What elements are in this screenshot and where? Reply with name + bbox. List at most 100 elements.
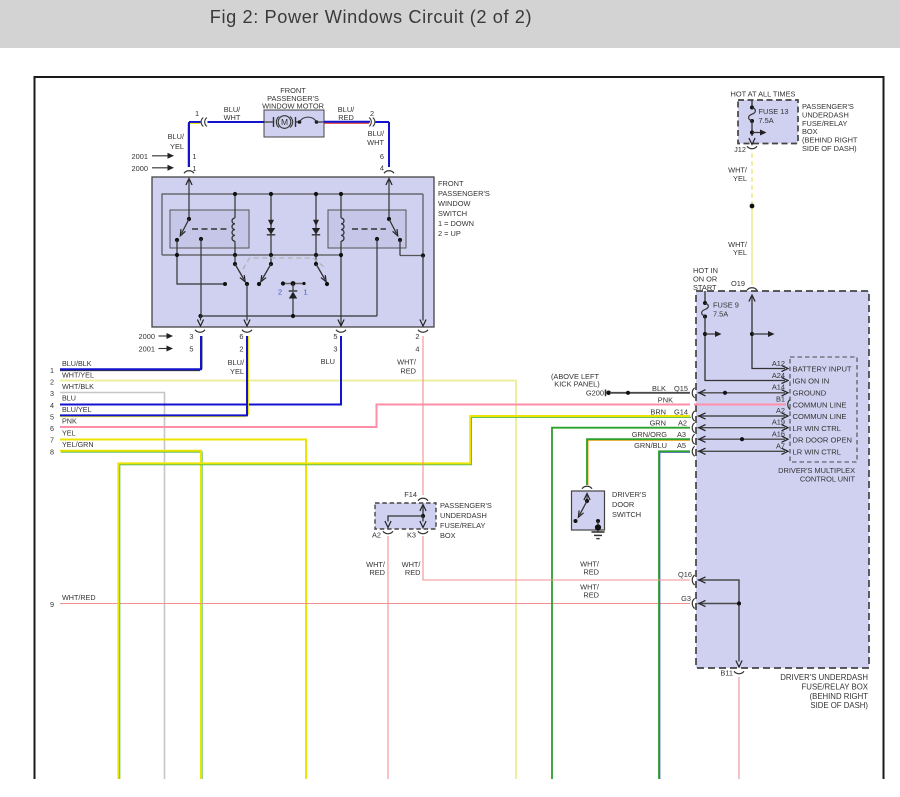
svg-text:Q15: Q15 <box>674 384 688 393</box>
svg-text:4: 4 <box>380 164 384 173</box>
svg-text:3: 3 <box>50 389 54 398</box>
svg-text:F14: F14 <box>404 490 417 499</box>
svg-text:GRN/BLU: GRN/BLU <box>634 441 667 450</box>
svg-text:7.5A: 7.5A <box>759 116 774 125</box>
svg-text:FUSE/RELAY: FUSE/RELAY <box>440 521 486 530</box>
svg-text:WHT: WHT <box>367 138 384 147</box>
svg-text:RED: RED <box>405 568 421 577</box>
svg-text:2: 2 <box>239 345 243 354</box>
svg-text:BLU/YEL: BLU/YEL <box>62 405 92 414</box>
svg-text:O19: O19 <box>731 279 745 288</box>
svg-text:2001: 2001 <box>139 345 155 354</box>
svg-text:1 = DOWN: 1 = DOWN <box>438 219 474 228</box>
svg-text:2: 2 <box>415 332 419 341</box>
svg-text:COMMUN LINE: COMMUN LINE <box>793 412 847 421</box>
svg-text:YEL: YEL <box>733 174 747 183</box>
svg-text:GRN: GRN <box>650 419 666 428</box>
svg-text:RED: RED <box>400 367 416 376</box>
svg-text:WHT/: WHT/ <box>397 358 417 367</box>
svg-text:6: 6 <box>50 424 54 433</box>
svg-text:DRIVER'S: DRIVER'S <box>612 490 646 499</box>
svg-text:9: 9 <box>50 600 54 609</box>
svg-text:HOT AT ALL TIMES: HOT AT ALL TIMES <box>731 90 796 99</box>
svg-text:3: 3 <box>333 345 337 354</box>
svg-text:J12: J12 <box>734 145 746 154</box>
svg-text:DOOR: DOOR <box>612 500 634 509</box>
svg-text:8: 8 <box>50 448 54 457</box>
svg-text:DRIVER'S UNDERDASH: DRIVER'S UNDERDASH <box>780 673 868 682</box>
svg-text:7: 7 <box>50 436 54 445</box>
svg-text:YEL: YEL <box>230 367 244 376</box>
svg-text:SIDE OF DASH): SIDE OF DASH) <box>802 144 857 153</box>
svg-text:A2: A2 <box>678 419 687 428</box>
svg-text:Q16: Q16 <box>678 570 692 579</box>
svg-text:5: 5 <box>50 413 54 422</box>
svg-text:BLU/: BLU/ <box>368 129 385 138</box>
svg-text:BLU: BLU <box>62 394 76 403</box>
svg-text:2: 2 <box>278 288 282 297</box>
svg-text:A14: A14 <box>772 383 785 392</box>
svg-text:1: 1 <box>50 366 54 375</box>
svg-text:A5: A5 <box>677 441 686 450</box>
svg-text:2000: 2000 <box>139 332 155 341</box>
svg-text:SWITCH: SWITCH <box>612 510 641 519</box>
svg-text:BLK: BLK <box>652 384 666 393</box>
svg-text:A2: A2 <box>776 406 785 415</box>
svg-text:DR DOOR OPEN: DR DOOR OPEN <box>793 436 853 445</box>
svg-text:2: 2 <box>370 109 374 118</box>
svg-text:WINDOW MOTOR: WINDOW MOTOR <box>262 102 324 111</box>
svg-text:PASSENGER'S: PASSENGER'S <box>438 189 490 198</box>
svg-text:BOX: BOX <box>440 531 456 540</box>
svg-text:7.5A: 7.5A <box>713 310 728 319</box>
svg-text:6: 6 <box>239 332 243 341</box>
svg-text:A2: A2 <box>372 531 381 540</box>
svg-text:A12: A12 <box>772 359 785 368</box>
svg-text:RED: RED <box>583 568 599 577</box>
svg-text:3: 3 <box>189 332 193 341</box>
svg-text:WHT/RED: WHT/RED <box>62 593 96 602</box>
svg-text:WINDOW: WINDOW <box>438 199 470 208</box>
svg-text:A19: A19 <box>772 418 785 427</box>
svg-text:4: 4 <box>50 401 54 410</box>
svg-text:2000: 2000 <box>132 164 148 173</box>
svg-text:LR WIN CTRL: LR WIN CTRL <box>793 424 842 433</box>
svg-text:GROUND: GROUND <box>793 389 827 398</box>
svg-text:WHT/YEL: WHT/YEL <box>62 371 94 380</box>
svg-text:FUSE 13: FUSE 13 <box>759 107 789 116</box>
svg-text:(BEHIND RIGHT: (BEHIND RIGHT <box>810 692 869 701</box>
svg-text:PASSENGER'S: PASSENGER'S <box>440 501 492 510</box>
svg-text:WHT/BLK: WHT/BLK <box>62 382 94 391</box>
svg-text:B1: B1 <box>776 395 785 404</box>
svg-text:6: 6 <box>380 152 384 161</box>
svg-text:YEL: YEL <box>62 429 76 438</box>
svg-text:RED: RED <box>338 113 354 122</box>
svg-text:FUSE 9: FUSE 9 <box>713 301 739 310</box>
svg-text:2: 2 <box>50 378 54 387</box>
svg-text:RED: RED <box>369 568 385 577</box>
svg-text:COMMUN LINE: COMMUN LINE <box>793 401 847 410</box>
svg-text:GRN/ORG: GRN/ORG <box>632 430 668 439</box>
svg-text:5: 5 <box>333 332 337 341</box>
svg-text:BLU/: BLU/ <box>228 358 245 367</box>
svg-text:PNK: PNK <box>658 396 673 405</box>
svg-text:1: 1 <box>192 152 196 161</box>
svg-text:RED: RED <box>583 591 599 600</box>
svg-text:BLU/: BLU/ <box>168 132 185 141</box>
svg-text:K3: K3 <box>407 531 416 540</box>
svg-text:FUSE/RELAY BOX: FUSE/RELAY BOX <box>802 682 869 691</box>
svg-text:IGN ON IN: IGN ON IN <box>793 377 830 386</box>
svg-text:FRONT: FRONT <box>438 179 464 188</box>
svg-text:WHT: WHT <box>224 113 241 122</box>
svg-text:2001: 2001 <box>132 152 148 161</box>
svg-text:SIDE OF DASH): SIDE OF DASH) <box>810 701 868 710</box>
svg-text:B11: B11 <box>720 669 733 678</box>
svg-text:A24: A24 <box>772 371 785 380</box>
svg-text:A3: A3 <box>677 430 686 439</box>
svg-text:UNDERDASH: UNDERDASH <box>440 511 487 520</box>
svg-text:1: 1 <box>303 288 307 297</box>
svg-text:BLU: BLU <box>321 357 335 366</box>
svg-text:5: 5 <box>189 345 193 354</box>
svg-text:YEL: YEL <box>170 142 184 151</box>
svg-text:SWITCH: SWITCH <box>438 209 467 218</box>
svg-text:G200: G200 <box>586 389 604 398</box>
